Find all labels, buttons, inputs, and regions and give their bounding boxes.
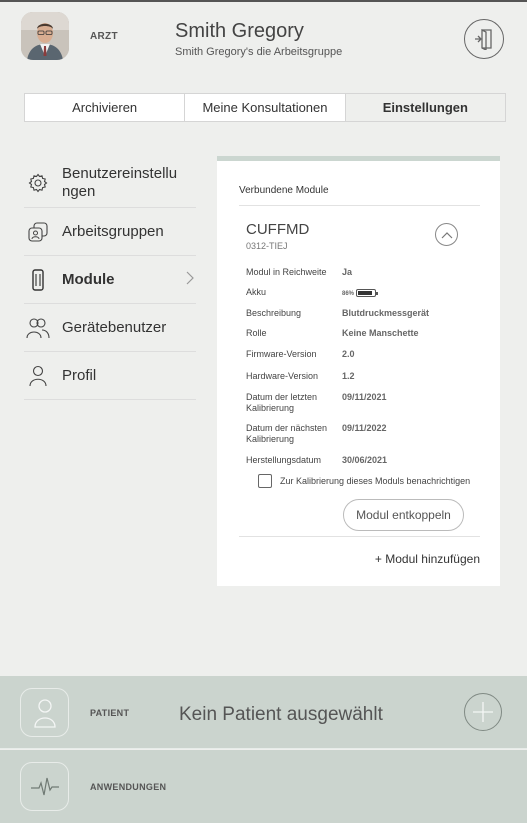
- patient-icon-box[interactable]: [20, 688, 69, 737]
- detail-label: Rolle: [246, 328, 267, 338]
- apps-icon-box[interactable]: [20, 762, 69, 811]
- detail-value: Ja: [342, 267, 353, 277]
- modules-card: Verbundene Module CUFFMD 0312-TIEJ Modul…: [217, 156, 500, 586]
- collapse-button[interactable]: [435, 223, 458, 246]
- module-name: CUFFMD: [246, 221, 310, 238]
- notify-calibration-option: Zur Kalibrierung dieses Moduls benachric…: [258, 474, 470, 488]
- detail-value: 30/06/2021: [342, 455, 388, 465]
- logout-icon: [475, 28, 492, 50]
- add-module-link[interactable]: + Modul hinzufügen: [375, 552, 480, 566]
- patient-icon: [33, 698, 56, 728]
- detail-value: 1.2: [342, 371, 355, 381]
- patient-status: Kein Patient ausgewählt: [179, 704, 383, 725]
- sidebar-item-label: Profil: [62, 366, 97, 384]
- sidebar-item-label: Module: [62, 270, 115, 288]
- sidebar-item-benutzereinstellungen[interactable]: Benutzereinstellu ngen: [24, 158, 196, 208]
- add-patient-button[interactable]: [464, 693, 502, 731]
- card-title: Verbundene Module: [239, 185, 329, 196]
- detail-label: Beschreibung: [246, 308, 302, 318]
- sidebar-item-label: Benutzereinstellu ngen: [62, 164, 178, 200]
- groups-icon: [26, 220, 50, 244]
- detail-label: Akku: [246, 287, 267, 297]
- apps-panel: ANWENDUNGEN: [0, 750, 527, 823]
- profile-icon: [26, 364, 50, 388]
- user-role: ARZT: [90, 31, 118, 42]
- unpair-module-button[interactable]: Modul entkoppeln: [343, 499, 464, 531]
- apps-label: ANWENDUNGEN: [90, 782, 167, 792]
- divider: [239, 536, 480, 537]
- detail-value: 2.0: [342, 349, 355, 359]
- users-icon: [26, 316, 50, 340]
- detail-label: Datum der letzten Kalibrierung: [246, 392, 318, 413]
- divider: [239, 205, 480, 206]
- header: ARZT Smith Gregory Smith Gregory's die A…: [0, 0, 527, 76]
- settings-sidebar: Benutzereinstellu ngen Arbeitsgruppen Mo…: [24, 158, 196, 400]
- avatar-photo: [21, 12, 69, 60]
- detail-label: Hardware-Version: [246, 371, 319, 381]
- tab-meine-konsultationen[interactable]: Meine Konsultationen: [185, 94, 346, 121]
- detail-label: Datum der nächsten Kalibrierung: [246, 423, 328, 444]
- sidebar-item-label: Gerätebenutzer: [62, 318, 167, 336]
- module-icon: [26, 268, 50, 292]
- detail-label: Herstellungsdatum: [246, 455, 322, 465]
- user-group: Smith Gregory's die Arbeitsgruppe: [175, 46, 343, 58]
- detail-value: 09/11/2022: [342, 423, 387, 433]
- battery-icon: [356, 288, 379, 297]
- user-name: Smith Gregory: [175, 20, 304, 42]
- tab-einstellungen[interactable]: Einstellungen: [345, 94, 505, 121]
- patient-label: PATIENT: [90, 708, 130, 718]
- avatar[interactable]: [21, 12, 69, 60]
- detail-value: 09/11/2021: [342, 392, 387, 402]
- detail-value: Blutdruckmessgerät: [342, 308, 430, 318]
- notify-calibration-checkbox[interactable]: [258, 474, 272, 488]
- sidebar-item-label: Arbeitsgruppen: [62, 222, 164, 240]
- battery-value: 86%: [342, 287, 379, 297]
- detail-value: Keine Manschette: [342, 328, 419, 338]
- gear-icon: [26, 171, 50, 195]
- notify-calibration-label: Zur Kalibrierung dieses Moduls benachric…: [280, 476, 471, 486]
- main-tabs: Archivieren Meine Konsultationen Einstel…: [24, 93, 506, 122]
- detail-label: Firmware-Version: [246, 349, 317, 359]
- module-id: 0312-TIEJ: [246, 241, 288, 251]
- logout-button[interactable]: [464, 19, 504, 59]
- heartbeat-icon: [30, 777, 59, 795]
- tab-archivieren[interactable]: Archivieren: [25, 94, 186, 121]
- sidebar-item-profil[interactable]: Profil: [24, 352, 196, 400]
- sidebar-item-geraetebenutzer[interactable]: Gerätebenutzer: [24, 304, 196, 352]
- plus-icon: [473, 702, 493, 722]
- battery-percent: 86%: [342, 291, 355, 297]
- chevron-up-icon: [441, 231, 452, 238]
- chevron-right-icon: [186, 271, 194, 290]
- patient-panel: PATIENT Kein Patient ausgewählt: [0, 676, 527, 749]
- detail-label: Modul in Reichweite: [246, 267, 327, 277]
- sidebar-item-arbeitsgruppen[interactable]: Arbeitsgruppen: [24, 208, 196, 256]
- sidebar-item-module[interactable]: Module: [24, 256, 196, 304]
